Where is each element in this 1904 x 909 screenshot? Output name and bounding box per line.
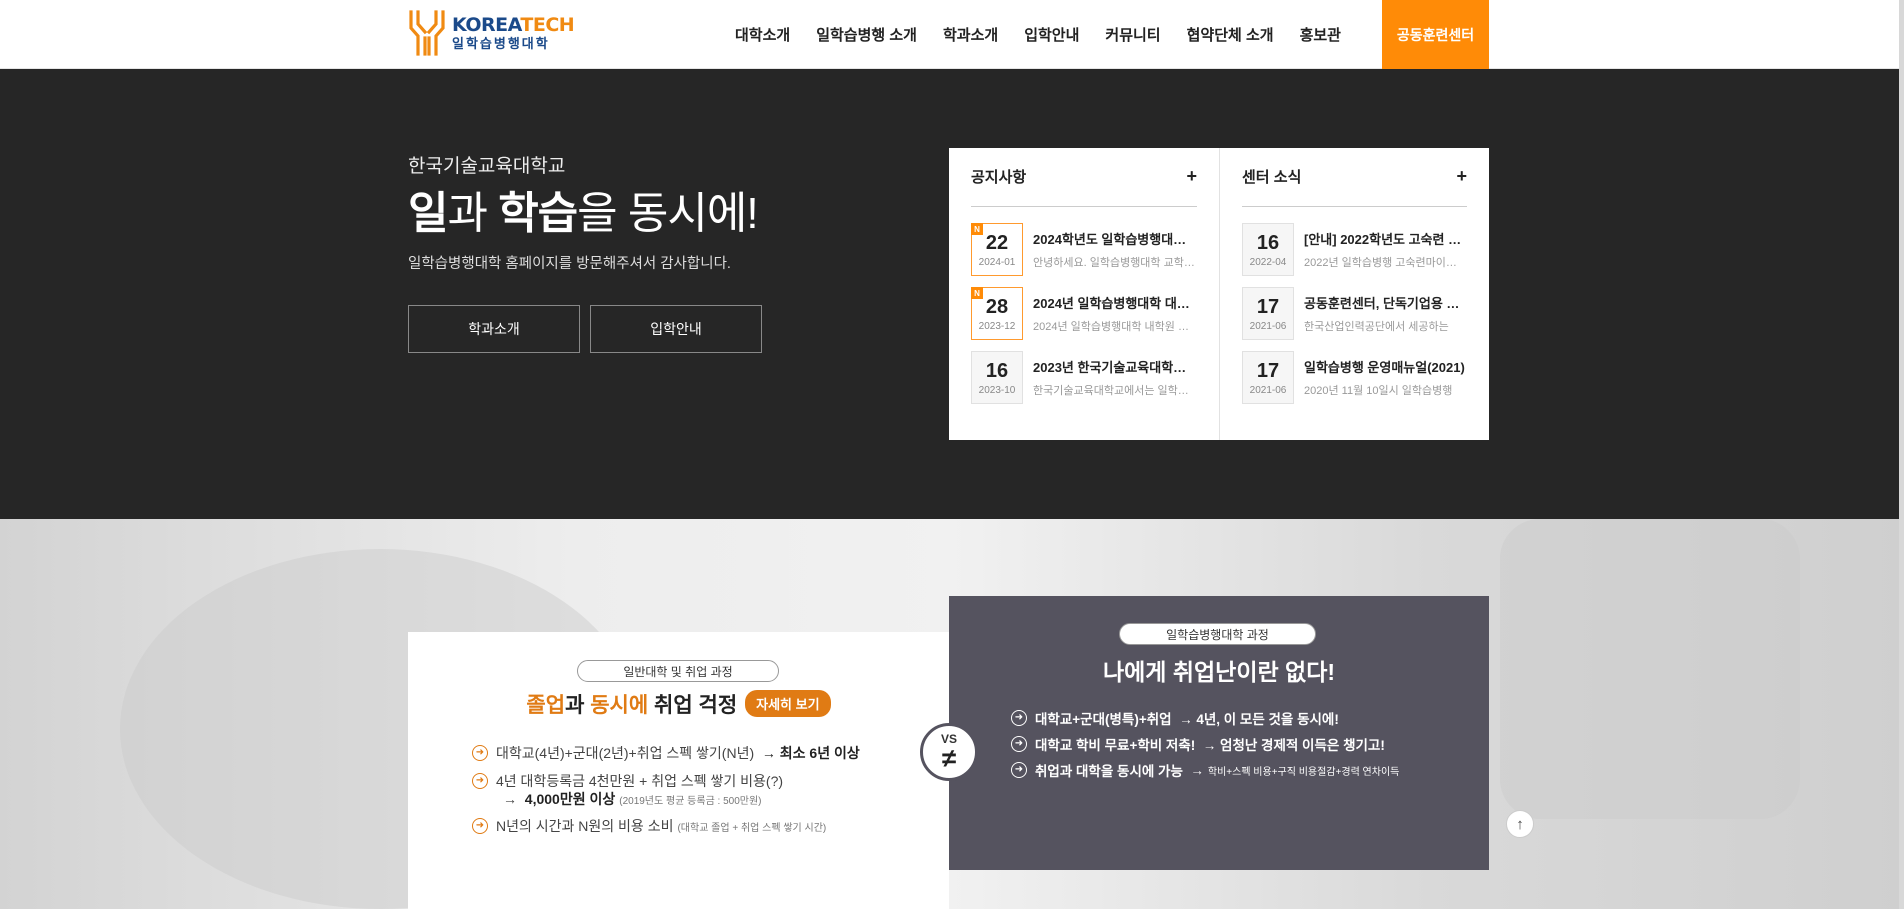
post-excerpt: 2020년 11월 10일시 일학습병행: [1304, 385, 1453, 397]
nav-item-pr-hall[interactable]: 홍보관: [1300, 24, 1341, 45]
logo-english: KOREATECH: [452, 13, 575, 36]
post-date: N 22 2024-01: [971, 223, 1023, 276]
work-study-headline: 나에게 취업난이란 없다!: [1102, 659, 1336, 685]
admissions-button[interactable]: 입학안내: [590, 305, 762, 353]
arrow-right-circle-icon: ➜: [472, 773, 488, 789]
nav-item-about-university[interactable]: 대학소개: [735, 24, 790, 45]
post-date: 16 2022-04: [1242, 223, 1294, 276]
arrow-right-circle-icon: ➜: [1011, 710, 1027, 726]
work-study-item: ➜ 대학교+군대(병특)+취업 → 4년, 이 모든 것을 동시에!: [1011, 708, 1339, 728]
vs-badge: VS ≠: [920, 723, 978, 781]
notice-post[interactable]: N 28 2023-12 2024년 일학습병행대학 대학원 모집 2024년 …: [971, 287, 1197, 340]
site-header: KOREATECH 일학습병행대학 대학소개 일학습병행 소개 학과소개 입학안…: [0, 0, 1904, 69]
center-news-board: 센터 소식 + 16 2022-04 [안내] 2022학년도 고숙련 일학습병…: [1219, 148, 1489, 440]
post-title[interactable]: 2024년 일학습병행대학 대학원 모집: [1033, 293, 1195, 312]
work-study-item: ➜ 취업과 대학을 동시에 가능 → 학비+스펙 비용+구직 비용절감+경력 연차…: [1011, 760, 1399, 780]
general-course-item: ➜ 4년 대학등록금 4천만원 + 취업 스펙 쌓기 비용(?): [472, 771, 783, 791]
work-study-course-pill: 일학습병행대학 과정: [1119, 623, 1316, 645]
general-course-item: ➜ 대학교(4년)+군대(2년)+취업 스펙 쌓기(N년) → 최소 6년 이상: [472, 743, 860, 763]
not-equal-icon: ≠: [941, 743, 957, 773]
center-news-post[interactable]: 17 2021-06 공동훈련센터, 단독기업용 안내 한국산업인력공단에서 세…: [1242, 287, 1467, 340]
general-university-card: 일반대학 및 취업 과정 졸업과 동시에 취업 걱정 자세히 보기 ➜ 대학교(4…: [408, 632, 949, 909]
notice-post[interactable]: 16 2023-10 2023년 한국기술교육대학교 일학습병행 한국기술교육대…: [971, 351, 1197, 404]
main-nav: 대학소개 일학습병행 소개 학과소개 입학안내 커뮤니티 협약단체 소개 홍보관: [735, 0, 1367, 69]
post-excerpt: 2022년 일학습병행 고숙련마이스터: [1304, 257, 1466, 269]
center-news-post[interactable]: 16 2022-04 [안내] 2022학년도 고숙련 일학습병행 2022년 …: [1242, 223, 1467, 276]
page-scrollbar[interactable]: [1899, 0, 1904, 909]
post-date: N 28 2023-12: [971, 287, 1023, 340]
post-excerpt: 한국산업인력공단에서 세공하는: [1304, 321, 1449, 333]
center-news-more-plus-icon[interactable]: +: [1456, 167, 1467, 185]
departments-button[interactable]: 학과소개: [408, 305, 580, 353]
notice-more-plus-icon[interactable]: +: [1186, 167, 1197, 185]
general-course-pill: 일반대학 및 취업 과정: [577, 660, 779, 682]
post-date: 16 2023-10: [971, 351, 1023, 404]
general-course-item: → 4,000만원 이상 (2019년도 평균 등록금 : 500만원): [503, 791, 762, 807]
scroll-to-top-button[interactable]: ↑: [1506, 810, 1534, 838]
post-date: 17 2021-06: [1242, 351, 1294, 404]
post-excerpt: 한국기술교육대학교에서는 일학습병행: [1033, 385, 1195, 397]
post-title[interactable]: [안내] 2022학년도 고숙련 일학습병행: [1304, 229, 1466, 248]
general-course-headline: 졸업과 동시에 취업 걱정 자세히 보기: [408, 689, 949, 719]
arrow-right-circle-icon: ➜: [472, 745, 488, 761]
joint-training-center-button[interactable]: 공동훈련센터: [1382, 0, 1489, 69]
notice-board: 공지사항 + N 22 2024-01 2024학년도 일학습병행대학 신입생 …: [949, 148, 1219, 440]
work-study-card: 일학습병행대학 과정 나에게 취업난이란 없다! ➜ 대학교+군대(병특)+취업…: [949, 596, 1489, 870]
post-title[interactable]: 2023년 한국기술교육대학교 일학습병행: [1033, 357, 1195, 376]
koreatech-logo-mark-icon: [409, 10, 445, 56]
post-excerpt: 안녕하세요. 일학습병행대학 교학팀입니다.: [1033, 257, 1195, 269]
post-excerpt: 2024년 일학습병행대학 내학원 안내: [1033, 321, 1195, 333]
work-study-item: ➜ 대학교 학비 무료+학비 저축! → 엄청난 경제적 이득은 챙기고!: [1011, 734, 1385, 754]
hero-subtitle: 한국기술교육대학교: [408, 156, 566, 177]
new-badge: N: [971, 287, 983, 299]
post-title[interactable]: 일학습병행 운영매뉴얼(2021): [1304, 357, 1466, 376]
nav-item-admissions[interactable]: 입학안내: [1024, 24, 1079, 45]
center-news-post[interactable]: 17 2021-06 일학습병행 운영매뉴얼(2021) 2020년 11월 1…: [1242, 351, 1467, 404]
news-boards: 공지사항 + N 22 2024-01 2024학년도 일학습병행대학 신입생 …: [949, 148, 1489, 440]
notice-board-title: 공지사항: [971, 168, 1027, 186]
background-photo-shape: [1500, 519, 1800, 819]
logo-korean: 일학습병행대학: [452, 36, 550, 52]
notice-post[interactable]: N 22 2024-01 2024학년도 일학습병행대학 신입생 모집 안내 안…: [971, 223, 1197, 276]
arrow-right-circle-icon: ➜: [1011, 762, 1027, 778]
center-news-board-title: 센터 소식: [1242, 168, 1302, 186]
koreatech-logo[interactable]: KOREATECH 일학습병행대학: [408, 8, 575, 58]
post-title[interactable]: 공동훈련센터, 단독기업용 안내: [1304, 293, 1466, 312]
arrow-right-circle-icon: ➜: [472, 818, 488, 834]
nav-item-community[interactable]: 커뮤니티: [1105, 24, 1160, 45]
hero-description: 일학습병행대학 홈페이지를 방문해주셔서 감사합니다.: [408, 256, 731, 272]
post-date: 17 2021-06: [1242, 287, 1294, 340]
new-badge: N: [971, 223, 983, 235]
hero-title: 일과 학습을 동시에!: [408, 189, 759, 238]
nav-item-work-study-intro[interactable]: 일학습병행 소개: [816, 24, 917, 45]
nav-item-partner-orgs[interactable]: 협약단체 소개: [1187, 24, 1274, 45]
nav-item-departments[interactable]: 학과소개: [943, 24, 998, 45]
arrow-right-circle-icon: ➜: [1011, 736, 1027, 752]
hero-section: 한국기술교육대학교 일과 학습을 동시에! 일학습병행대학 홈페이지를 방문해주…: [0, 69, 1904, 519]
general-course-item: ➜ N년의 시간과 N원의 비용 소비 (대학교 졸업 + 취업 스펙 쌓기 시간…: [472, 816, 826, 836]
view-more-button[interactable]: 자세히 보기: [745, 690, 831, 717]
post-title[interactable]: 2024학년도 일학습병행대학 신입생 모집 안내: [1033, 229, 1195, 248]
